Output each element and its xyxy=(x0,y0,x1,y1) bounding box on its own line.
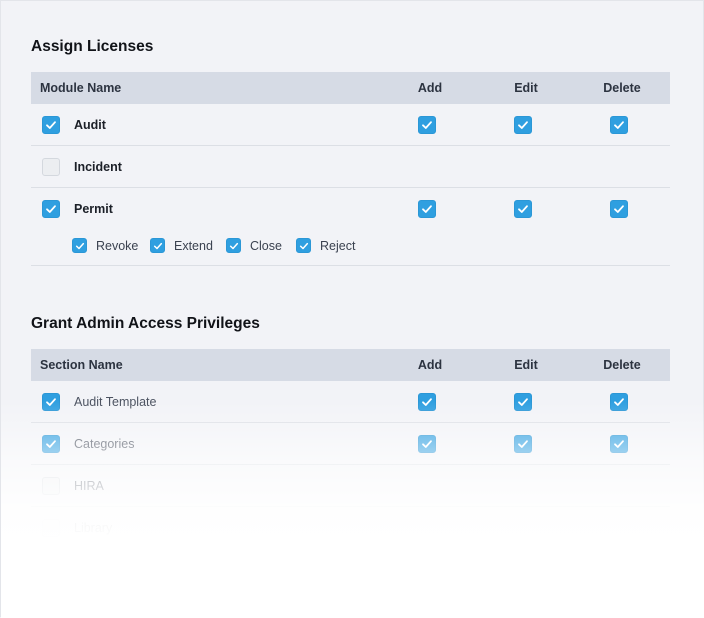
permit-option-extend[interactable]: Extend xyxy=(150,238,213,253)
edit-header: Edit xyxy=(514,358,538,372)
audit-template-edit-checkbox[interactable] xyxy=(514,392,532,411)
check-icon xyxy=(422,397,432,406)
audit-add-checkbox[interactable] xyxy=(418,115,436,134)
admin-privileges-title: Grant Admin Access Privileges xyxy=(31,315,260,332)
check-icon xyxy=(229,242,238,249)
table-row: Audit xyxy=(31,104,670,146)
extend-label: Extend xyxy=(174,238,213,253)
add-header: Add xyxy=(417,81,443,95)
check-icon xyxy=(46,120,56,129)
section-label: Library xyxy=(74,520,113,535)
check-icon xyxy=(518,204,528,213)
check-icon xyxy=(153,242,162,249)
section-label: Categories xyxy=(74,436,135,451)
section-checkbox-library[interactable] xyxy=(42,518,60,537)
reject-checkbox[interactable] xyxy=(296,238,311,253)
permit-options-row: Revoke Extend Close Reject xyxy=(31,229,670,266)
audit-edit-checkbox[interactable] xyxy=(514,115,532,134)
audit-template-delete-checkbox[interactable] xyxy=(610,392,628,411)
licenses-table: Module Name Add Edit Delete Audit Incide… xyxy=(31,72,670,266)
check-icon xyxy=(614,204,624,213)
table-row: Incident xyxy=(31,146,670,188)
permissions-panel: Assign Licenses Module Name Add Edit Del… xyxy=(0,0,704,618)
section-label: HIRA xyxy=(74,478,104,493)
edit-header: Edit xyxy=(514,81,538,95)
categories-add-checkbox[interactable] xyxy=(418,434,436,453)
audit-delete-checkbox[interactable] xyxy=(610,115,628,134)
revoke-label: Revoke xyxy=(96,238,139,253)
close-checkbox[interactable] xyxy=(226,238,241,253)
delete-header: Delete xyxy=(603,358,641,372)
check-icon xyxy=(518,397,528,406)
categories-delete-checkbox[interactable] xyxy=(610,434,628,453)
table-row: HIRA xyxy=(31,465,670,507)
categories-edit-checkbox[interactable] xyxy=(514,434,532,453)
table-row: Permit xyxy=(31,188,670,229)
module-checkbox-permit[interactable] xyxy=(42,199,60,218)
admin-table-header: Section Name Add Edit Delete xyxy=(31,349,670,381)
audit-template-add-checkbox[interactable] xyxy=(418,392,436,411)
extend-checkbox[interactable] xyxy=(150,238,165,253)
section-checkbox-audit-template[interactable] xyxy=(42,392,60,411)
check-icon xyxy=(614,397,624,406)
check-icon xyxy=(518,439,528,448)
section-checkbox-categories[interactable] xyxy=(42,434,60,453)
check-icon xyxy=(422,439,432,448)
admin-table: Section Name Add Edit Delete Audit Templ… xyxy=(31,349,670,548)
check-icon xyxy=(46,204,56,213)
check-icon xyxy=(46,439,56,448)
check-icon xyxy=(75,242,84,249)
check-icon xyxy=(46,397,56,406)
check-icon xyxy=(614,439,624,448)
permit-delete-checkbox[interactable] xyxy=(610,199,628,218)
permit-edit-checkbox[interactable] xyxy=(514,199,532,218)
licenses-table-header: Module Name Add Edit Delete xyxy=(31,72,670,104)
revoke-checkbox[interactable] xyxy=(72,238,87,253)
module-checkbox-audit[interactable] xyxy=(42,115,60,134)
delete-header: Delete xyxy=(603,81,641,95)
check-icon xyxy=(422,120,432,129)
permit-add-checkbox[interactable] xyxy=(418,199,436,218)
table-row: Audit Template xyxy=(31,381,670,423)
table-row: Library xyxy=(31,507,670,548)
table-row: Categories xyxy=(31,423,670,465)
check-icon xyxy=(614,120,624,129)
check-icon xyxy=(518,120,528,129)
permit-option-reject[interactable]: Reject xyxy=(296,238,355,253)
module-label: Audit xyxy=(74,117,106,132)
assign-licenses-title: Assign Licenses xyxy=(31,38,154,55)
add-header: Add xyxy=(417,358,443,372)
section-checkbox-hira[interactable] xyxy=(42,476,60,495)
section-label: Audit Template xyxy=(74,394,157,409)
close-label: Close xyxy=(250,238,282,253)
check-icon xyxy=(299,242,308,249)
permit-option-close[interactable]: Close xyxy=(226,238,282,253)
check-icon xyxy=(422,204,432,213)
module-checkbox-incident[interactable] xyxy=(42,157,60,176)
module-label: Incident xyxy=(74,159,122,174)
module-label: Permit xyxy=(74,201,113,216)
permit-option-revoke[interactable]: Revoke xyxy=(72,238,138,253)
reject-label: Reject xyxy=(320,238,356,253)
